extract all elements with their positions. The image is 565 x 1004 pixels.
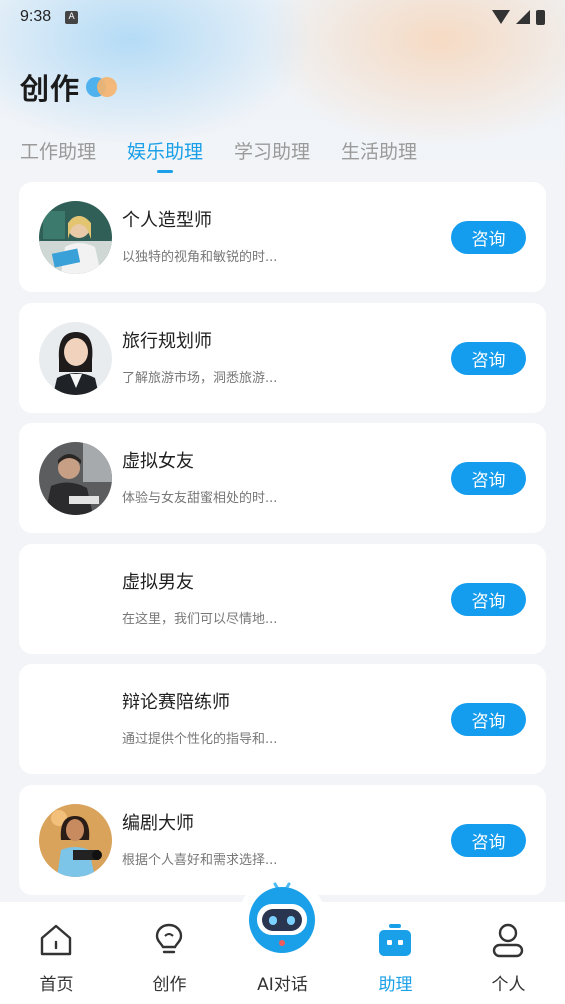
status-bar: 9:38 A xyxy=(0,0,565,34)
tabbar-label: 个人 xyxy=(491,975,526,995)
consult-button[interactable]: 咨询 xyxy=(451,341,526,375)
tabbar-label: 首页 xyxy=(39,975,74,995)
wifi-icon xyxy=(492,10,510,24)
assistant-icon xyxy=(379,924,411,956)
assistant-name: 虚拟男友 xyxy=(122,571,194,593)
assistant-list: 个人造型师 以独特的视角和敏锐的时... 咨询 旅行规划师 了解旅游市场，洞悉旅… xyxy=(19,182,546,905)
assistant-description: 了解旅游市场，洞悉旅游... xyxy=(122,370,278,386)
status-icons xyxy=(492,9,545,25)
tabbar-profile[interactable]: 个人 xyxy=(452,902,565,1004)
home-icon xyxy=(40,924,72,956)
consult-button[interactable]: 咨询 xyxy=(451,703,526,736)
tab-label: 学习助理 xyxy=(234,141,311,163)
tab-indicator xyxy=(157,170,174,173)
assistant-description: 以独特的视角和敏锐的时... xyxy=(122,250,278,265)
assistant-card-debate-coach[interactable]: 辩论赛陪练师 通过提供个性化的指导和... 咨询 xyxy=(19,664,546,774)
tab-label: 生活助理 xyxy=(341,141,418,163)
page-header: 创作 xyxy=(20,66,120,108)
assistant-name: 旅行规划师 xyxy=(122,330,212,352)
avatar xyxy=(39,201,112,274)
robot-icon xyxy=(249,882,315,953)
consult-button[interactable]: 咨询 xyxy=(451,582,526,616)
status-time: 9:38 xyxy=(20,8,52,25)
logo-icon xyxy=(86,76,120,98)
tab-study[interactable]: 学习助理 xyxy=(234,137,310,177)
person-icon xyxy=(492,923,524,958)
assistant-description: 在这里，我们可以尽情地... xyxy=(122,611,278,627)
signal-icon xyxy=(516,10,530,24)
avatar xyxy=(39,803,112,877)
tab-entertainment[interactable]: 娱乐助理 xyxy=(127,137,203,177)
consult-button[interactable]: 咨询 xyxy=(451,462,526,495)
tabbar-create[interactable]: 创作 xyxy=(113,902,226,1004)
avatar xyxy=(39,442,112,515)
assistant-name: 虚拟女友 xyxy=(122,451,194,472)
avatar xyxy=(39,321,112,395)
battery-icon xyxy=(536,9,545,25)
assistant-card-stylist[interactable]: 个人造型师 以独特的视角和敏锐的时... 咨询 xyxy=(19,182,546,292)
assistant-description: 通过提供个性化的指导和... xyxy=(122,732,278,747)
assistant-card-travel-planner[interactable]: 旅行规划师 了解旅游市场，洞悉旅游... 咨询 xyxy=(19,302,546,413)
consult-button[interactable]: 咨询 xyxy=(451,823,526,857)
tab-life[interactable]: 生活助理 xyxy=(341,137,417,177)
notification-icon: A xyxy=(65,10,79,24)
tab-work[interactable]: 工作助理 xyxy=(20,137,96,177)
tabbar-label: AI对话 xyxy=(257,975,308,995)
consult-button[interactable]: 咨询 xyxy=(451,221,526,254)
tabbar-label: 创作 xyxy=(152,975,187,995)
ai-chat-button[interactable] xyxy=(238,876,326,964)
assistant-description: 根据个人喜好和需求选择... xyxy=(122,852,278,868)
page-title: 创作 xyxy=(20,72,81,106)
tabbar-assistant[interactable]: 助理 xyxy=(339,902,452,1004)
assistant-card-virtual-boyfriend[interactable]: 虚拟男友 在这里，我们可以尽情地... 咨询 xyxy=(19,543,546,654)
category-tabs: 工作助理 娱乐助理 学习助理 生活助理 xyxy=(20,137,448,177)
assistant-description: 体验与女友甜蜜相处的时... xyxy=(122,491,278,506)
assistant-name: 个人造型师 xyxy=(122,210,212,231)
tabbar-label: 助理 xyxy=(378,975,413,995)
lightbulb-icon xyxy=(155,923,183,954)
assistant-name: 编剧大师 xyxy=(122,812,194,834)
assistant-name: 辩论赛陪练师 xyxy=(122,692,230,713)
tab-label: 娱乐助理 xyxy=(127,141,204,163)
tabbar-home[interactable]: 首页 xyxy=(0,902,113,1004)
tab-label: 工作助理 xyxy=(20,141,97,163)
assistant-card-virtual-girlfriend[interactable]: 虚拟女友 体验与女友甜蜜相处的时... 咨询 xyxy=(19,423,546,533)
